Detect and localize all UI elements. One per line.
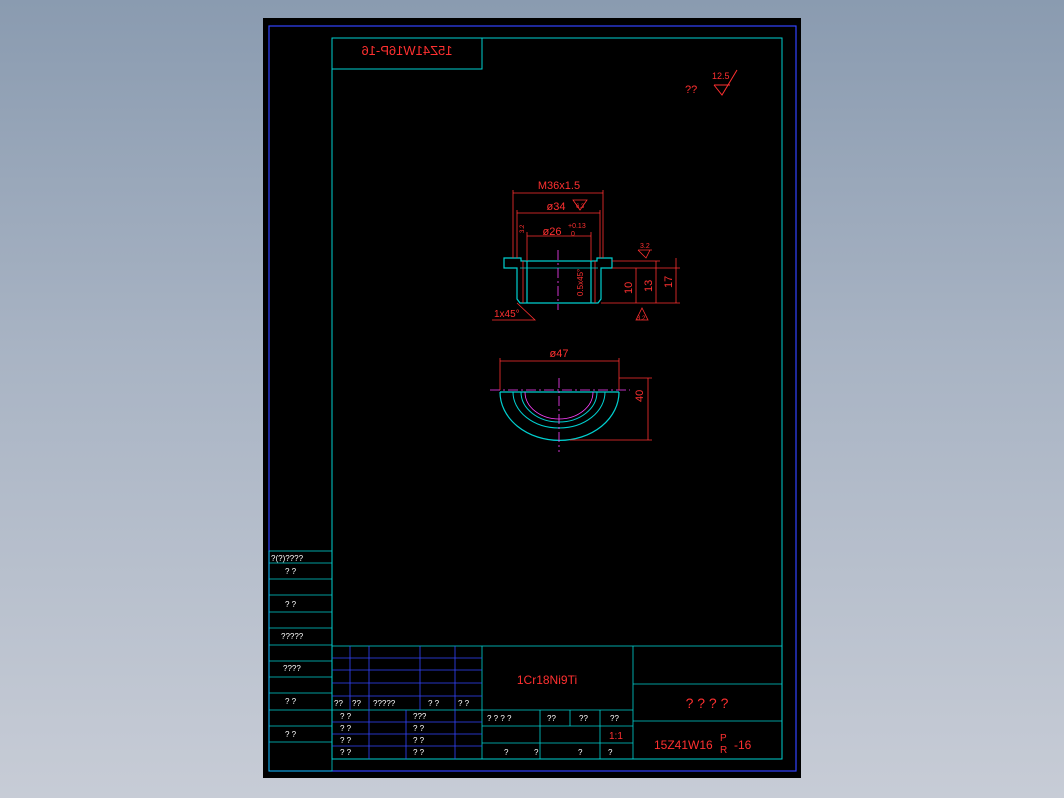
svg-text:? ?: ? ? (285, 567, 297, 576)
svg-text:+0.13: +0.13 (568, 223, 586, 230)
svg-text:?: ? (534, 748, 539, 757)
roughness-value: 12.5 (712, 71, 730, 81)
svg-text:??: ?? (334, 699, 343, 708)
material: 1Cr18Ni9Ti (517, 673, 577, 687)
svg-text:? ?: ? ? (413, 748, 425, 757)
svg-text:? ?: ? ? (340, 724, 352, 733)
part-name: ? ? ? ? (686, 695, 729, 711)
svg-text:10: 10 (623, 282, 635, 294)
svg-text:???: ??? (413, 712, 427, 721)
svg-text:R: R (720, 745, 727, 756)
svg-text:? ?: ? ? (428, 699, 440, 708)
svg-text:1x45°: 1x45° (494, 309, 520, 320)
mirrored-code: 15Z41W16P-16 (361, 43, 452, 58)
roughness-note: ?? (685, 84, 697, 96)
svg-text:P: P (720, 733, 727, 744)
scale-value: 1:1 (609, 731, 623, 742)
svg-text:-16: -16 (734, 738, 752, 752)
svg-text:? ?: ? ? (340, 736, 352, 745)
thread-label: M36x1.5 (538, 180, 580, 192)
svg-text:? ?: ? ? (340, 712, 352, 721)
sheet-background (263, 18, 801, 778)
svg-text:3.2: 3.2 (520, 224, 526, 233)
svg-text:? ?: ? ? (340, 748, 352, 757)
svg-text:3.2: 3.2 (640, 243, 650, 250)
drawing-sheet: 15Z41W16P-16 ?? 12.5 M36x1.5 ø34 6.3 ø26… (263, 18, 801, 778)
svg-text:17: 17 (663, 276, 675, 288)
svg-text:? ?: ? ? (413, 736, 425, 745)
svg-text:? ?: ? ? (285, 600, 297, 609)
svg-text:? ?: ? ? (285, 730, 297, 739)
svg-text:13: 13 (643, 280, 655, 292)
svg-text:?(?)????: ?(?)???? (271, 554, 304, 563)
svg-text:6.3: 6.3 (576, 204, 585, 210)
svg-text:?????: ????? (281, 632, 304, 641)
svg-text:??: ?? (610, 714, 619, 723)
svg-text:?: ? (504, 748, 509, 757)
svg-text:? ?: ? ? (413, 724, 425, 733)
svg-text:?: ? (578, 748, 583, 757)
svg-text:??: ?? (352, 699, 361, 708)
svg-text:40: 40 (634, 390, 646, 402)
svg-text:0.5x45°: 0.5x45° (576, 269, 585, 296)
svg-text:?: ? (608, 748, 613, 757)
svg-text:? ? ? ?: ? ? ? ? (487, 714, 512, 723)
svg-text:??: ?? (547, 714, 556, 723)
svg-text:? ?: ? ? (458, 699, 470, 708)
svg-text:3.2: 3.2 (637, 316, 646, 322)
svg-text:ø34: ø34 (547, 201, 566, 213)
chamfer-inner: 0.5x45° (576, 269, 585, 296)
svg-text:?????: ????? (373, 699, 396, 708)
svg-text:? ?: ? ? (285, 697, 297, 706)
svg-text:??: ?? (579, 714, 588, 723)
svg-text:15Z41W16: 15Z41W16 (654, 738, 713, 752)
svg-text:????: ???? (283, 664, 301, 673)
svg-text:ø26: ø26 (543, 226, 562, 238)
svg-text:0: 0 (571, 231, 575, 238)
svg-text:ø47: ø47 (550, 348, 569, 360)
